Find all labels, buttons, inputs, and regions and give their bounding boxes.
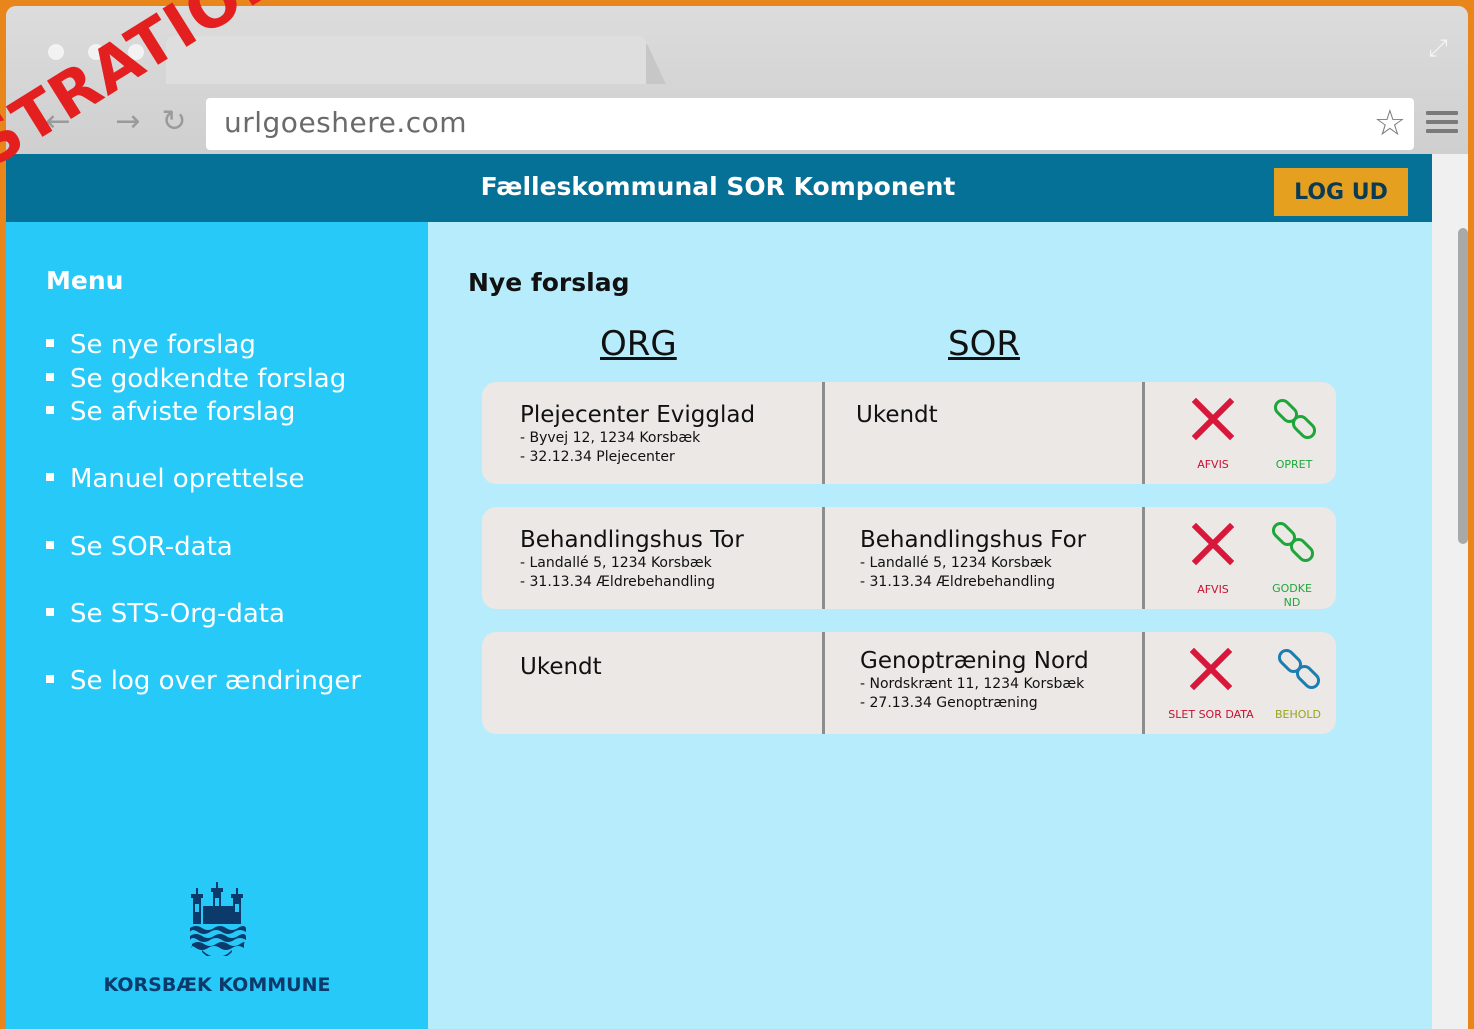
column-divider bbox=[1142, 632, 1145, 734]
url-text[interactable]: urlgoeshere.com bbox=[224, 106, 467, 139]
sidebar-item-rejected-proposals[interactable]: Se afviste forslag bbox=[46, 397, 295, 427]
bullet-icon bbox=[46, 338, 54, 347]
reload-icon[interactable]: ↻ bbox=[156, 104, 192, 140]
address-bar[interactable]: urlgoeshere.com ☆ bbox=[206, 98, 1414, 150]
proposal-card: Behandlingshus Tor - Landallé 5, 1234 Ko… bbox=[482, 507, 1336, 609]
hamburger-menu-icon[interactable] bbox=[1426, 106, 1458, 140]
delete-sor-data-button[interactable]: SLET SOR DATA bbox=[1166, 646, 1256, 726]
sidebar-item-label: Se SOR-data bbox=[70, 532, 233, 562]
sidebar-item-label: Se STS-Org-data bbox=[70, 599, 285, 629]
bullet-icon bbox=[46, 540, 54, 549]
browser-window: ⤢ ← → ↻ urlgoeshere.com ☆ Fælleskommunal… bbox=[6, 6, 1468, 1029]
sor-address: - Landallé 5, 1234 Korsbæk bbox=[860, 555, 1052, 571]
approve-label: GODKEND bbox=[1272, 582, 1312, 609]
reject-label: AFVIS bbox=[1197, 458, 1229, 471]
star-icon[interactable]: ☆ bbox=[1374, 104, 1406, 144]
column-divider bbox=[1142, 382, 1145, 484]
sor-cell: Ukendt bbox=[856, 402, 938, 429]
column-header-sor: SOR bbox=[948, 324, 1020, 364]
sor-name: Behandlingshus For bbox=[860, 527, 1087, 553]
sidebar-item-label: Se afviste forslag bbox=[70, 397, 296, 427]
sor-name: Ukendt bbox=[856, 402, 938, 428]
org-address: - Landallé 5, 1234 Korsbæk bbox=[520, 555, 712, 571]
sidebar-item-sts-org-data[interactable]: Se STS-Org-data bbox=[46, 599, 285, 629]
org-name: Ukendt bbox=[520, 654, 602, 680]
column-header-org: ORG bbox=[600, 324, 677, 364]
org-address: - Byvej 12, 1234 Korsbæk bbox=[520, 430, 701, 446]
reject-button[interactable]: AFVIS bbox=[1182, 521, 1244, 601]
expand-icon[interactable]: ⤢ bbox=[1424, 34, 1452, 62]
bullet-icon bbox=[46, 674, 54, 683]
bullet-icon bbox=[46, 472, 54, 481]
reject-x-icon bbox=[1192, 398, 1234, 440]
org-cell: Ukendt bbox=[520, 654, 602, 681]
sidebar: Menu Se nye forslag Se godkendte forslag… bbox=[6, 222, 428, 1029]
municipality-name: KORSBÆK KOMMUNE bbox=[103, 974, 331, 996]
column-divider bbox=[822, 382, 825, 484]
org-cell: Plejecenter Evigglad - Byvej 12, 1234 Ko… bbox=[520, 402, 755, 467]
sidebar-item-change-log[interactable]: Se log over ændringer bbox=[46, 666, 361, 696]
app-title: Fælleskommunal SOR Komponent bbox=[480, 172, 956, 201]
org-name: Plejecenter Evigglad bbox=[520, 402, 756, 428]
app-header: Fælleskommunal SOR Komponent LOG UD bbox=[6, 154, 1432, 222]
link-chain-icon bbox=[1277, 648, 1321, 690]
link-chain-icon bbox=[1273, 398, 1317, 440]
org-name: Behandlingshus Tor bbox=[520, 527, 744, 553]
proposal-card: Plejecenter Evigglad - Byvej 12, 1234 Ko… bbox=[482, 382, 1336, 484]
sidebar-item-new-proposals[interactable]: Se nye forslag bbox=[46, 330, 256, 360]
sidebar-item-approved-proposals[interactable]: Se godkendte forslag bbox=[46, 364, 346, 394]
column-divider bbox=[822, 632, 825, 734]
logout-button[interactable]: LOG UD bbox=[1274, 168, 1408, 216]
approve-button[interactable]: GODKEND bbox=[1268, 519, 1316, 609]
sidebar-item-label: Se nye forslag bbox=[70, 330, 256, 360]
reject-label: AFVIS bbox=[1197, 583, 1229, 596]
sor-cell: Behandlingshus For - Landallé 5, 1234 Ko… bbox=[860, 527, 1086, 592]
sidebar-item-label: Se log over ændringer bbox=[70, 666, 362, 696]
sor-address: - Nordskrænt 11, 1234 Korsbæk bbox=[860, 676, 1085, 692]
reject-x-icon bbox=[1192, 523, 1234, 565]
bullet-icon bbox=[46, 607, 54, 616]
delete-sor-data-label: SLET SOR DATA bbox=[1168, 708, 1254, 721]
column-divider bbox=[1142, 507, 1145, 609]
proposal-card: Ukendt Genoptræning Nord - Nordskrænt 11… bbox=[482, 632, 1336, 734]
sidebar-item-manual-creation[interactable]: Manuel oprettelse bbox=[46, 464, 304, 494]
create-label: OPRET bbox=[1275, 458, 1313, 471]
korsbaek-crest-icon bbox=[190, 882, 246, 956]
sor-cell: Genoptræning Nord - Nordskrænt 11, 1234 … bbox=[860, 648, 1089, 713]
reject-button[interactable]: AFVIS bbox=[1182, 396, 1244, 476]
sidebar-item-label: Manuel oprettelse bbox=[70, 464, 305, 494]
keep-label: BEHOLD bbox=[1274, 708, 1322, 721]
link-chain-icon bbox=[1271, 521, 1315, 563]
org-cell: Behandlingshus Tor - Landallé 5, 1234 Ko… bbox=[520, 527, 744, 592]
org-code: - 32.12.34 Plejecenter bbox=[520, 449, 675, 465]
keep-button[interactable]: BEHOLD bbox=[1268, 646, 1328, 726]
reject-x-icon bbox=[1190, 648, 1232, 690]
sor-code: - 27.13.34 Genoptræning bbox=[860, 695, 1038, 711]
sor-code: - 31.13.34 Ældrebehandling bbox=[860, 574, 1056, 590]
bullet-icon bbox=[46, 405, 54, 414]
forward-arrow-icon[interactable]: → bbox=[110, 104, 146, 140]
create-button[interactable]: OPRET bbox=[1264, 396, 1324, 476]
org-code: - 31.13.34 Ældrebehandling bbox=[520, 574, 716, 590]
menu-title: Menu bbox=[46, 266, 124, 295]
column-divider bbox=[822, 507, 825, 609]
page-title: Nye forslag bbox=[468, 268, 630, 297]
bullet-icon bbox=[46, 372, 54, 381]
browser-tab-active[interactable] bbox=[166, 36, 646, 84]
sidebar-item-sor-data[interactable]: Se SOR-data bbox=[46, 532, 233, 562]
scrollbar-thumb[interactable] bbox=[1458, 228, 1468, 544]
page: Fælleskommunal SOR Komponent LOG UD Menu… bbox=[6, 154, 1432, 1029]
sor-name: Genoptræning Nord bbox=[860, 648, 1089, 674]
sidebar-item-label: Se godkendte forslag bbox=[70, 364, 347, 394]
